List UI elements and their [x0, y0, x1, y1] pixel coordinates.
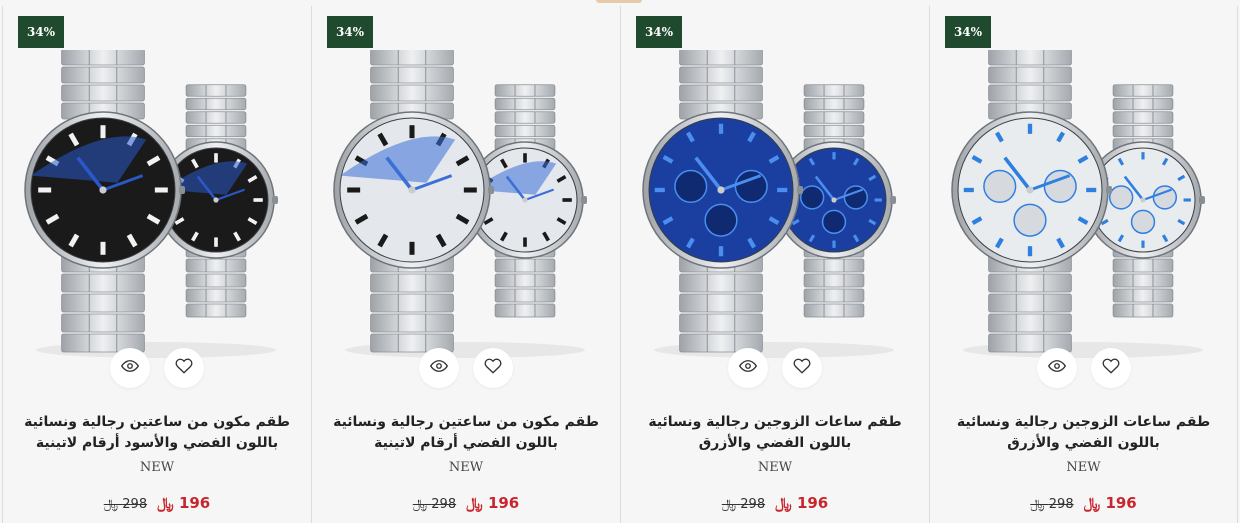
card-actions	[3, 348, 311, 388]
product-card[interactable]: 34% طقم مكون من ساعتين رجالية ونسائية با…	[2, 6, 311, 523]
discount-badge: 34%	[18, 16, 64, 48]
sale-price: 196 ﷼	[1083, 494, 1137, 512]
quick-view-button[interactable]	[110, 348, 150, 388]
new-tag: NEW	[757, 460, 793, 475]
product-title[interactable]: طقم ساعات الزوجين رجالية ونسائية باللون …	[635, 412, 915, 454]
new-tag: NEW	[1066, 460, 1101, 475]
quick-view-button[interactable]	[419, 348, 459, 388]
mens-watch-graphic	[642, 50, 803, 353]
sale-price: 196 ﷼	[157, 494, 211, 512]
product-card[interactable]: 34% طقم ساعات الزوجين رجالية ونسائية بال…	[929, 6, 1238, 523]
product-title[interactable]: طقم مكون من ساعتين رجالية ونسائية باللون…	[17, 412, 297, 454]
original-price: 298 ﷼	[103, 497, 148, 512]
card-actions	[312, 348, 620, 388]
heart-icon	[793, 357, 811, 379]
sale-price: 196 ﷼	[775, 494, 829, 512]
wishlist-button[interactable]	[1090, 348, 1131, 388]
product-image[interactable]	[11, 50, 301, 360]
eye-icon	[738, 357, 758, 379]
product-image[interactable]	[629, 50, 919, 360]
product-image[interactable]	[320, 50, 610, 360]
price-row: 196 ﷼ 298 ﷼	[930, 494, 1237, 512]
new-tag: NEW	[448, 460, 484, 475]
heart-icon	[175, 357, 193, 379]
product-image[interactable]	[938, 50, 1228, 360]
sale-price: 196 ﷼	[466, 494, 520, 512]
mens-watch-graphic	[24, 50, 185, 353]
card-actions	[930, 348, 1237, 388]
eye-icon	[429, 357, 449, 379]
discount-badge: 34%	[327, 16, 373, 48]
top-accent-mark	[596, 0, 642, 3]
price-row: 196 ﷼ 298 ﷼	[312, 494, 620, 512]
discount-badge: 34%	[636, 16, 682, 48]
product-card[interactable]: 34% طقم مكون من ساعتين رجالية ونسائية با…	[311, 6, 620, 523]
wishlist-button[interactable]	[473, 348, 513, 388]
product-title[interactable]: طقم ساعات الزوجين رجالية ونسائية باللون …	[944, 412, 1223, 454]
mens-watch-graphic	[951, 50, 1112, 353]
product-grid: 34% طقم ساعات الزوجين رجالية ونسائية بال…	[2, 6, 1238, 523]
wishlist-button[interactable]	[164, 348, 204, 388]
original-price: 298 ﷼	[412, 497, 457, 512]
discount-badge: 34%	[945, 16, 991, 48]
price-row: 196 ﷼ 298 ﷼	[621, 494, 929, 512]
eye-icon	[1047, 357, 1066, 379]
heart-icon	[1102, 357, 1120, 379]
eye-icon	[120, 357, 140, 379]
quick-view-button[interactable]	[728, 348, 768, 388]
new-tag: NEW	[139, 460, 175, 475]
quick-view-button[interactable]	[1036, 348, 1077, 388]
original-price: 298 ﷼	[1030, 497, 1074, 512]
original-price: 298 ﷼	[721, 497, 766, 512]
product-card[interactable]: 34% طقم ساعات الزوجين رجالية ونسائية بال…	[620, 6, 929, 523]
heart-icon	[484, 357, 502, 379]
card-actions	[621, 348, 929, 388]
product-title[interactable]: طقم مكون من ساعتين رجالية ونسائية باللون…	[326, 412, 606, 454]
price-row: 196 ﷼ 298 ﷼	[3, 494, 311, 512]
mens-watch-graphic	[333, 50, 494, 353]
wishlist-button[interactable]	[782, 348, 822, 388]
